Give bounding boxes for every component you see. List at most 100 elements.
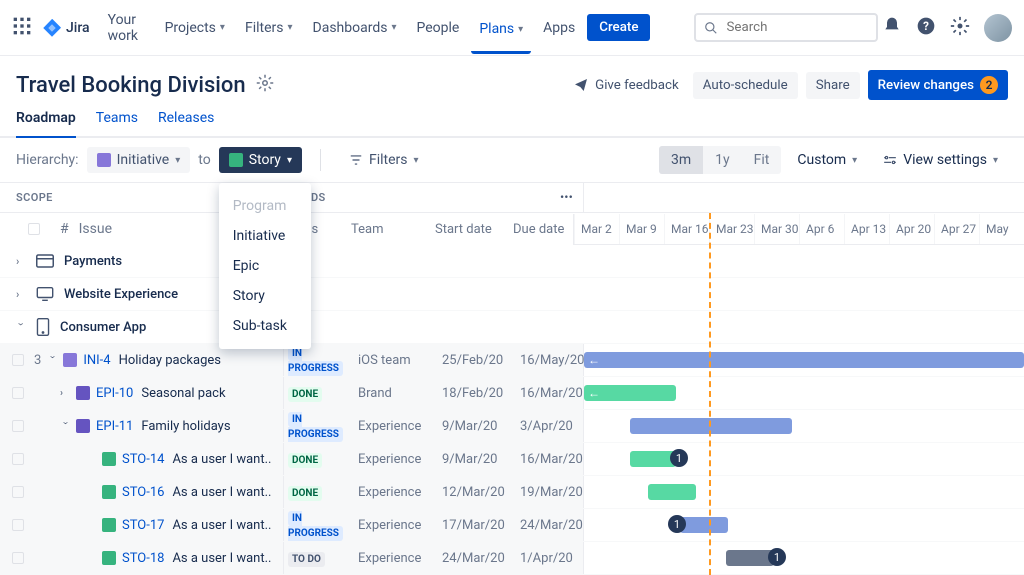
status-lozenge[interactable]: DONE	[288, 387, 322, 402]
team-cell: Experience	[358, 510, 442, 541]
status-lozenge[interactable]: DONE	[288, 486, 322, 501]
row-checkbox[interactable]	[12, 486, 24, 498]
issue-key[interactable]: STO-14	[122, 452, 164, 467]
filters-button[interactable]: Filters ▾	[339, 147, 429, 173]
gantt-bar[interactable]	[630, 418, 792, 434]
timeframe-fit[interactable]: Fit	[742, 146, 782, 174]
dropdown-program[interactable]: Program	[219, 191, 311, 221]
tab-teams[interactable]: Teams	[96, 110, 138, 136]
timeframe-custom[interactable]: Custom ▾	[787, 147, 867, 173]
dependency-badge[interactable]: 1	[670, 449, 688, 467]
chevron-right-icon[interactable]: ›	[16, 255, 26, 268]
auto-schedule-button[interactable]: Auto-schedule	[693, 72, 798, 99]
dependency-badge[interactable]: 1	[768, 548, 786, 566]
tab-roadmap[interactable]: Roadmap	[16, 110, 76, 138]
review-changes-button[interactable]: Review changes 2	[868, 70, 1008, 100]
section-label: Website Experience	[64, 287, 178, 302]
gantt-bar[interactable]: ←	[584, 385, 676, 401]
status-lozenge[interactable]: DONE	[288, 453, 322, 468]
team-cell: Experience	[358, 477, 442, 508]
start-date-cell: 25/Feb/20	[442, 345, 520, 376]
app-switcher-icon[interactable]	[12, 16, 32, 40]
issue-row[interactable]: STO-14As a user I want..DONEExperience9/…	[0, 443, 1024, 476]
issue-key[interactable]: STO-18	[122, 551, 164, 566]
issue-summary: Holiday packages	[119, 353, 221, 368]
nav-yourwork[interactable]: Your work	[100, 6, 153, 50]
nav-filters[interactable]: Filters▾	[237, 14, 301, 42]
row-checkbox[interactable]	[12, 453, 24, 465]
timeframe-1y[interactable]: 1y	[703, 146, 742, 174]
issue-summary: As a user I want..	[172, 518, 271, 533]
section-label: Payments	[64, 254, 122, 269]
issue-key[interactable]: STO-16	[122, 485, 164, 500]
gantt-bar[interactable]	[726, 550, 774, 566]
plan-settings-icon[interactable]	[256, 74, 274, 96]
nav-people[interactable]: People	[408, 14, 467, 42]
create-button[interactable]: Create	[587, 14, 650, 41]
dropdown-story[interactable]: Story	[219, 281, 311, 311]
nav-dashboards[interactable]: Dashboards▾	[305, 14, 405, 42]
dropdown-epic[interactable]: Epic	[219, 251, 311, 281]
avatar[interactable]	[984, 14, 1012, 42]
section-website[interactable]: › Website Experience	[0, 278, 1024, 311]
notifications-icon[interactable]	[882, 16, 902, 40]
status-lozenge[interactable]: IN PROGRESS	[288, 412, 343, 442]
issue-row[interactable]: STO-17 As a user I want.. IN PROGRESS Exper…	[0, 509, 1024, 542]
hierarchy-to[interactable]: Story ▾ Program Initiative Epic Story Su…	[219, 147, 302, 173]
row-checkbox[interactable]	[12, 420, 24, 432]
row-checkbox[interactable]	[12, 519, 24, 531]
share-button[interactable]: Share	[806, 72, 860, 99]
status-lozenge[interactable]: IN PROGRESS	[288, 511, 343, 541]
col-due: Due date	[513, 214, 573, 245]
issue-row[interactable]: STO-18As a user I want..TO DOExperience2…	[0, 542, 1024, 575]
timeframe-3m[interactable]: 3m	[659, 146, 703, 174]
hierarchy-label: Hierarchy:	[16, 152, 79, 168]
search-input[interactable]	[694, 13, 878, 42]
jira-logo[interactable]: Jira	[42, 18, 90, 38]
row-checkbox[interactable]	[12, 552, 24, 564]
help-icon[interactable]: ?	[916, 16, 936, 40]
chevron-down-icon[interactable]: ›	[15, 322, 28, 332]
team-cell: Experience	[358, 411, 442, 442]
gantt-bar[interactable]	[648, 484, 696, 500]
issue-row[interactable]: ›EPI-11Family holidaysIN PROGRESSExperie…	[0, 410, 1024, 443]
gantt-bar[interactable]	[680, 517, 728, 533]
section-consumer[interactable]: › Consumer App	[0, 311, 1024, 344]
select-all-checkbox[interactable]	[28, 223, 40, 235]
dropdown-initiative[interactable]: Initiative	[219, 221, 311, 251]
page-title: Travel Booking Division	[16, 73, 246, 98]
give-feedback-button[interactable]: Give feedback	[567, 76, 685, 94]
arrow-left-icon: ←	[588, 353, 600, 367]
issue-key[interactable]: EPI-11	[96, 419, 133, 434]
issue-row[interactable]: STO-16As a user I want..DONEExperience12…	[0, 476, 1024, 509]
status-lozenge[interactable]: IN PROGRESS	[288, 346, 343, 376]
nav-apps[interactable]: Apps	[535, 14, 583, 42]
initiative-icon	[97, 153, 111, 167]
tab-releases[interactable]: Releases	[158, 110, 214, 136]
chevron-down-icon[interactable]: ›	[60, 421, 71, 431]
status-lozenge[interactable]: TO DO	[288, 552, 325, 567]
section-payments[interactable]: › Payments	[0, 245, 1024, 278]
nav-projects[interactable]: Projects▾	[157, 14, 233, 42]
row-checkbox[interactable]	[12, 387, 24, 399]
row-checkbox[interactable]	[12, 354, 24, 366]
team-cell: Experience	[358, 543, 442, 574]
settings-icon[interactable]	[950, 16, 970, 40]
dependency-badge[interactable]: 1	[668, 515, 686, 533]
view-settings[interactable]: View settings ▾	[873, 147, 1008, 173]
dropdown-subtask[interactable]: Sub-task	[219, 311, 311, 341]
nav-plans[interactable]: Plans▾	[471, 15, 531, 54]
fields-menu-icon[interactable]: •••	[554, 191, 579, 204]
issue-key[interactable]: EPI-10	[96, 386, 133, 401]
chevron-down-icon[interactable]: ›	[47, 355, 58, 365]
hierarchy-from[interactable]: Initiative ▾	[87, 147, 191, 173]
issue-row[interactable]: ›EPI-10Seasonal packDONEBrand18/Feb/2016…	[0, 377, 1024, 410]
chevron-down-icon: ▾	[414, 155, 419, 166]
issue-row[interactable]: 3›INI-4Holiday packagesIN PROGRESSiOS te…	[0, 344, 1024, 377]
mobile-icon	[36, 318, 50, 336]
issue-key[interactable]: INI-4	[83, 353, 110, 368]
issue-key[interactable]: STO-17	[122, 518, 164, 533]
gantt-bar[interactable]: ←	[584, 352, 1024, 368]
chevron-right-icon[interactable]: ›	[60, 388, 70, 399]
chevron-right-icon[interactable]: ›	[16, 288, 26, 301]
